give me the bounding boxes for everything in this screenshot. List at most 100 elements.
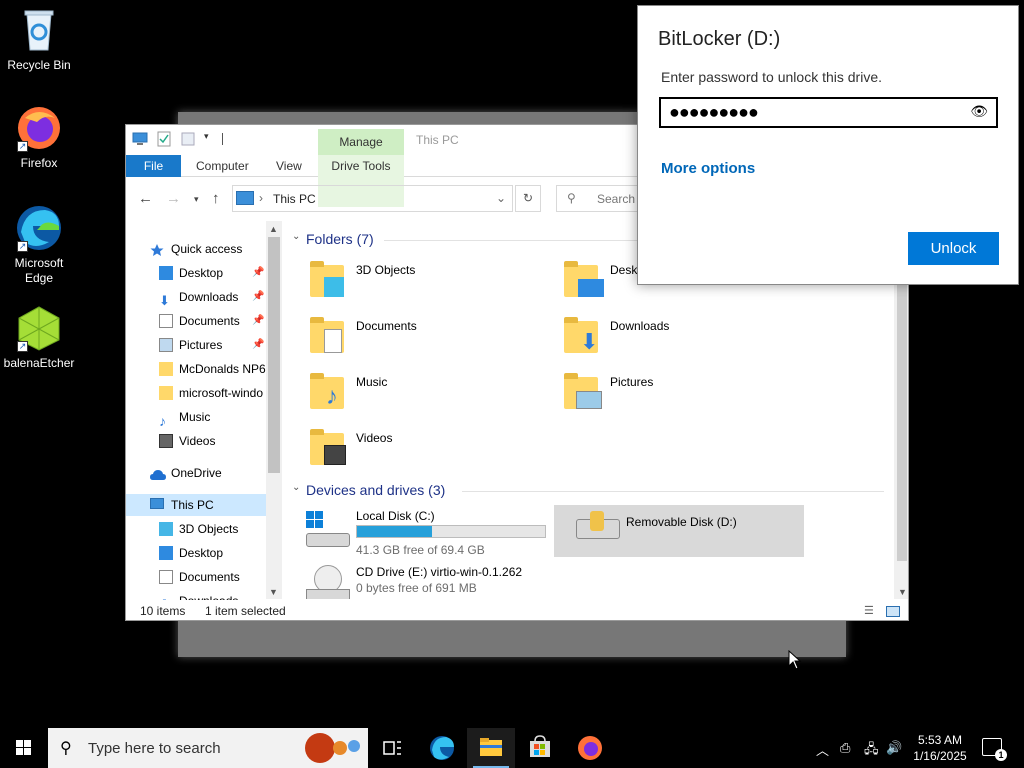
drive-removable-d[interactable]: Removable Disk (D:) [554, 505, 804, 557]
folder-icon: ♪ [310, 371, 350, 411]
desktop-icon-edge[interactable]: ↗ Microsoft Edge [1, 204, 77, 286]
folders-group-header[interactable]: Folders (7) [306, 231, 374, 247]
details-view-icon[interactable]: ☰ [864, 604, 874, 617]
sidebar-item-pictures[interactable]: Pictures 📌 [126, 334, 266, 356]
folder-downloads[interactable]: ⬇ Downloads [538, 311, 788, 363]
cd-drive-icon [306, 565, 350, 599]
taskbar-file-explorer-button[interactable] [467, 728, 515, 768]
cloud-icon [150, 466, 166, 480]
collapse-chevron-icon[interactable]: ⌄ [292, 231, 300, 242]
sidebar-item-label: Desktop [179, 266, 224, 280]
pin-icon: 📌 [252, 339, 265, 350]
notification-count-badge: 1 [995, 749, 1007, 761]
sidebar-item-downloads-pc[interactable]: ⬇ Downloads [126, 590, 266, 600]
notification-center-icon[interactable]: 1 [982, 738, 1007, 761]
folder-name: Pictures [610, 375, 654, 389]
password-field[interactable]: ●●●●●●●●● 👁 [659, 97, 998, 128]
chevron-down-icon[interactable]: ⌄ [496, 191, 506, 205]
folder-icon [159, 362, 173, 376]
reveal-password-icon[interactable]: 👁 [970, 103, 988, 120]
desktop-icon-balenaetcher[interactable]: ↗ balenaEtcher [1, 304, 77, 371]
new-folder-icon[interactable] [180, 131, 196, 147]
folder-name: Music [356, 375, 388, 389]
taskbar-edge-button[interactable] [418, 728, 466, 768]
bitlocker-dialog[interactable]: BitLocker (D:) Enter password to unlock … [637, 5, 1019, 285]
chevron-down-icon[interactable]: ▾ [204, 131, 214, 147]
volume-icon[interactable]: 🔊 [886, 740, 902, 756]
folder-videos[interactable]: Videos [284, 423, 534, 475]
back-button[interactable]: ← [138, 190, 153, 207]
sidebar-item-3d-objects[interactable]: 3D Objects [126, 518, 266, 540]
devices-group-header[interactable]: Devices and drives (3) [306, 482, 445, 498]
scroll-down-icon[interactable]: ▼ [898, 587, 907, 597]
manage-context-tab[interactable]: Manage [318, 129, 404, 155]
start-button[interactable] [0, 728, 48, 768]
sidebar-item-onedrive[interactable]: OneDrive [126, 462, 266, 484]
drive-cd-e[interactable]: CD Drive (E:) virtio-win-0.1.262 0 bytes… [284, 561, 534, 599]
more-options-link[interactable]: More options [661, 160, 755, 177]
show-hidden-icons-icon[interactable]: ︿ [816, 740, 829, 759]
taskbar-store-button[interactable] [516, 728, 564, 768]
folder-icon [310, 315, 350, 355]
pin-icon: 📌 [252, 267, 265, 278]
collapse-chevron-icon[interactable]: ⌄ [292, 482, 300, 493]
sidebar-item-music[interactable]: ♪ Music [126, 406, 266, 428]
computer-icon [150, 498, 164, 509]
folder-pictures[interactable]: Pictures [538, 367, 788, 419]
desktop-icon-recycle-bin[interactable]: Recycle Bin [1, 6, 77, 73]
sidebar-item-label: Documents [179, 314, 240, 328]
tab-file[interactable]: File [126, 155, 181, 177]
task-view-button[interactable] [368, 728, 416, 768]
nav-scrollbar[interactable]: ▲ ▼ [266, 221, 282, 599]
network-icon[interactable]: 🖧 [864, 740, 879, 762]
scroll-down-icon[interactable]: ▼ [269, 587, 278, 597]
system-clock[interactable]: 5:53 AM 1/16/2025 [906, 732, 974, 764]
sidebar-item-this-pc[interactable]: This PC [126, 494, 266, 516]
windows-drive-icon [306, 511, 350, 549]
properties-icon[interactable] [156, 131, 172, 147]
sidebar-item-desktop-pc[interactable]: Desktop [126, 542, 266, 564]
up-button[interactable]: ↑ [212, 190, 220, 207]
sidebar-item-desktop[interactable]: Desktop 📌 [126, 262, 266, 284]
recent-locations-button[interactable]: ▾ [194, 194, 199, 205]
unlock-button[interactable]: Unlock [908, 232, 999, 265]
download-arrow-icon: ⬇ [159, 293, 170, 308]
scroll-thumb[interactable] [268, 237, 280, 473]
sidebar-item-mcdonalds[interactable]: McDonalds NP6 [126, 358, 266, 380]
sidebar-item-label: Pictures [179, 338, 223, 352]
quick-access-toolbar: ▾ [132, 131, 224, 147]
taskbar-search-box[interactable]: ⚲ Type here to search [48, 728, 368, 768]
search-highlight-icon [300, 732, 362, 764]
sidebar-item-documents-pc[interactable]: Documents [126, 566, 266, 588]
desktop-icon-firefox[interactable]: ↗ Firefox [1, 104, 77, 171]
drive-free-space: 0 bytes free of 691 MB [356, 581, 477, 595]
folder-music[interactable]: ♪ Music [284, 367, 534, 419]
camera-icon[interactable]: ⎙ [840, 740, 850, 756]
tab-computer[interactable]: Computer [196, 155, 249, 177]
folder-3d-objects[interactable]: 3D Objects [284, 255, 534, 307]
sidebar-item-documents[interactable]: Documents 📌 [126, 310, 266, 332]
scroll-up-icon[interactable]: ▲ [269, 224, 278, 234]
password-value: ●●●●●●●●● [669, 102, 759, 122]
sidebar-item-label: This PC [171, 498, 214, 512]
sidebar-item-label: OneDrive [171, 466, 222, 480]
large-icons-view-icon[interactable] [886, 606, 900, 617]
taskbar-firefox-button[interactable] [566, 728, 614, 768]
drive-local-c[interactable]: Local Disk (C:) 41.3 GB free of 69.4 GB [284, 505, 554, 557]
folder-documents[interactable]: Documents [284, 311, 534, 363]
search-icon: ⚲ [60, 740, 72, 757]
sidebar-item-label: 3D Objects [179, 522, 239, 536]
tab-view[interactable]: View [276, 155, 302, 177]
folder-icon [564, 259, 604, 299]
folder-name: Downloads [610, 319, 670, 333]
breadcrumb[interactable]: This PC [273, 192, 316, 206]
sidebar-item-quick-access[interactable]: Quick access [126, 238, 266, 260]
forward-button[interactable]: → [166, 190, 181, 207]
address-bar[interactable]: › This PC ⌄ [232, 185, 513, 212]
refresh-button[interactable]: ↻ [515, 185, 541, 212]
sidebar-item-downloads[interactable]: ⬇ Downloads 📌 [126, 286, 266, 308]
sidebar-item-microsoft-windo[interactable]: microsoft-windo [126, 382, 266, 404]
download-arrow-icon: ⬇ [159, 594, 173, 600]
sidebar-item-videos[interactable]: Videos [126, 430, 266, 452]
balenaetcher-icon: ↗ [15, 304, 63, 352]
